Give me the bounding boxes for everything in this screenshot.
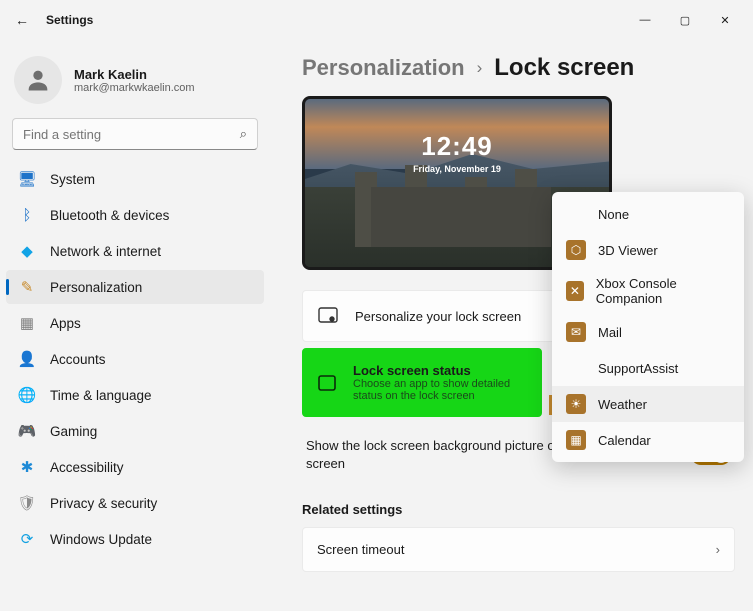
preview-castle [371,187,551,247]
sidebar-item-label: Accessibility [50,460,124,475]
dropdown-item-supportassist[interactable]: SupportAssist [552,350,744,386]
breadcrumb-parent[interactable]: Personalization [302,55,465,81]
profile-text: Mark Kaelin mark@markwkaelin.com [74,67,195,94]
row-subtitle: Choose an app to show detailed status on… [353,378,527,402]
profile[interactable]: Mark Kaelin mark@markwkaelin.com [6,50,264,118]
nav-icon: 🖥 [18,170,36,188]
close-button[interactable]: ✕ [705,4,745,36]
row-body: Personalize your lock screen [355,309,521,324]
chevron-right-icon: › [477,58,483,78]
nav-icon: ✎ [18,278,36,296]
preview-time: 12:49 [305,131,609,162]
dropdown-item-none[interactable]: None [552,196,744,232]
dropdown-item-xbox-console-companion[interactable]: ✕ Xbox Console Companion [552,268,744,314]
app-icon: ☀ [566,394,586,414]
sidebar-item-label: Bluetooth & devices [50,208,169,223]
preview-clock: 12:49 Friday, November 19 [305,131,609,174]
app-title: Settings [46,13,93,27]
back-button[interactable]: ← [8,6,36,34]
nav-icon: ✱ [18,458,36,476]
person-icon [24,66,52,94]
row-title: Lock screen status [353,363,527,378]
search-box[interactable]: ⌕ [12,118,258,150]
sidebar-item-time-language[interactable]: 🌐 Time & language [6,378,264,412]
row-title: Personalize your lock screen [355,309,521,324]
sidebar-item-label: Time & language [50,388,152,403]
picture-icon [317,305,339,327]
sidebar-item-label: Network & internet [50,244,161,259]
dropdown-item-mail[interactable]: ✉ Mail [552,314,744,350]
minimize-button[interactable]: — [625,4,665,36]
row-body: Lock screen status Choose an app to show… [353,363,527,402]
sidebar-item-system[interactable]: 🖥 System [6,162,264,196]
profile-name: Mark Kaelin [74,67,195,82]
nav-icon: 👤 [18,350,36,368]
sidebar-item-bluetooth-devices[interactable]: ᛒ Bluetooth & devices [6,198,264,232]
nav-icon: 🛡 [18,494,36,512]
dropdown-item-label: Weather [598,397,647,412]
nav-icon: ⟳ [18,530,36,548]
chevron-right-icon: › [716,542,720,557]
status-icon [317,372,337,394]
nav-icon: ▦ [18,314,36,332]
sidebar-item-label: Apps [50,316,81,331]
sidebar-item-label: System [50,172,95,187]
avatar [14,56,62,104]
breadcrumb-current: Lock screen [494,54,634,82]
app-icon: ⬡ [566,240,586,260]
dropdown-item-label: Xbox Console Companion [596,276,730,306]
window-controls: — ▢ ✕ [625,4,745,36]
dropdown-item-label: Calendar [598,433,651,448]
dropdown-item-label: SupportAssist [598,361,678,376]
sidebar: Mark Kaelin mark@markwkaelin.com ⌕ 🖥 Syst… [0,40,270,558]
status-app-dropdown[interactable]: None ⬡ 3D Viewer ✕ Xbox Console Companion ✉ Ma… [552,192,744,462]
row-body: Screen timeout [317,542,404,557]
sidebar-item-label: Gaming [50,424,97,439]
maximize-button[interactable]: ▢ [665,4,705,36]
dropdown-item-weather[interactable]: ☀ Weather [552,386,744,422]
search-input[interactable] [23,127,240,142]
app-icon: ✕ [566,281,584,301]
related-settings-header: Related settings [302,502,735,517]
profile-email: mark@markwkaelin.com [74,82,195,94]
nav-icon: ᛒ [18,206,36,224]
sidebar-item-network-internet[interactable]: ◆ Network & internet [6,234,264,268]
app-icon: ✉ [566,322,586,342]
sidebar-item-personalization[interactable]: ✎ Personalization [6,270,264,304]
app-icon [566,358,586,378]
sidebar-item-windows-update[interactable]: ⟳ Windows Update [6,522,264,556]
screen-timeout-row[interactable]: Screen timeout › [302,527,735,572]
sidebar-item-label: Privacy & security [50,496,157,511]
sidebar-item-label: Accounts [50,352,106,367]
nav-icon: 🌐 [18,386,36,404]
sidebar-item-apps[interactable]: ▦ Apps [6,306,264,340]
nav-icon: 🎮 [18,422,36,440]
dropdown-item-label: Mail [598,325,622,340]
app-icon: ▦ [566,430,586,450]
dropdown-item-label: None [598,207,629,222]
lock-screen-status-row[interactable]: Lock screen status Choose an app to show… [302,348,542,417]
dropdown-item-calendar[interactable]: ▦ Calendar [552,422,744,458]
dropdown-item-3d-viewer[interactable]: ⬡ 3D Viewer [552,232,744,268]
sidebar-item-label: Personalization [50,280,142,295]
sidebar-item-accessibility[interactable]: ✱ Accessibility [6,450,264,484]
titlebar: ← Settings — ▢ ✕ [0,0,753,40]
search-icon: ⌕ [240,126,247,142]
sidebar-item-gaming[interactable]: 🎮 Gaming [6,414,264,448]
search-wrap: ⌕ [6,118,264,162]
breadcrumb: Personalization › Lock screen [302,54,735,82]
sidebar-item-privacy-security[interactable]: 🛡 Privacy & security [6,486,264,520]
dropdown-item-label: 3D Viewer [598,243,658,258]
nav-list: 🖥 System ᛒ Bluetooth & devices ◆ Network & in… [6,162,264,556]
sidebar-item-accounts[interactable]: 👤 Accounts [6,342,264,376]
sidebar-item-label: Windows Update [50,532,152,547]
row-title: Screen timeout [317,542,404,557]
preview-date: Friday, November 19 [305,164,609,174]
app-icon [566,204,586,224]
nav-icon: ◆ [18,242,36,260]
